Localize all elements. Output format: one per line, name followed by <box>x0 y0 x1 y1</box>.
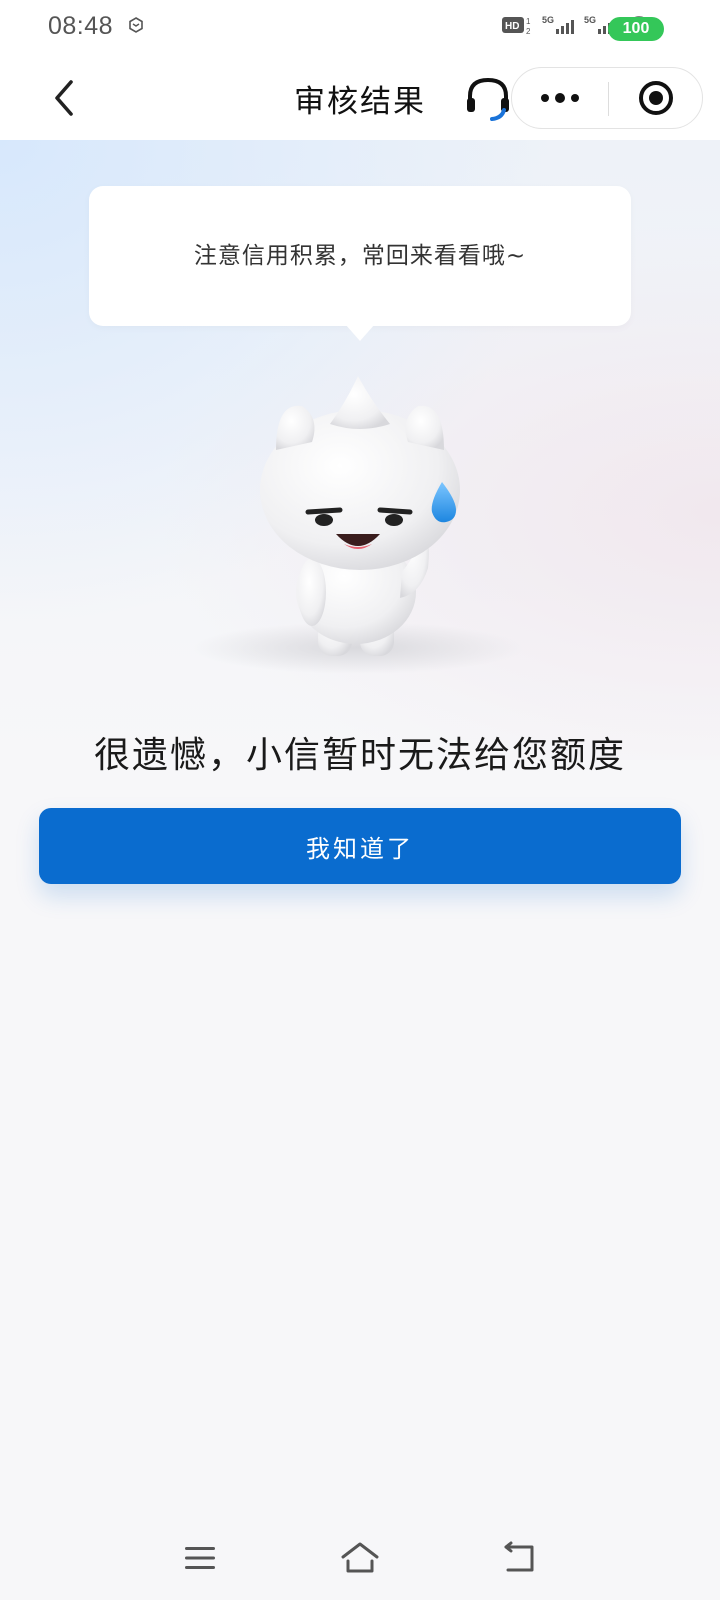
tip-text: 注意信用积累，常回来看看哦~ <box>193 243 527 269</box>
home-button[interactable] <box>336 1536 384 1580</box>
svg-text:HD: HD <box>505 21 519 32</box>
result-message: 很遗憾，小信暂时无法给您额度 <box>93 735 626 776</box>
app-notification-icon <box>128 17 144 37</box>
nav-bar: 审核结果 <box>0 56 720 140</box>
acknowledge-button[interactable]: 我知道了 <box>39 808 681 884</box>
back-icon <box>504 1541 534 1572</box>
menu-icon <box>185 1547 215 1569</box>
system-nav-bar <box>0 1520 720 1600</box>
headset-icon <box>467 77 509 121</box>
menu-button[interactable] <box>176 1536 224 1580</box>
svg-text:5G: 5G <box>542 15 554 25</box>
tip-bubble: 注意信用积累，常回来看看哦~ <box>89 186 631 326</box>
target-close-icon <box>639 81 673 115</box>
more-dots-icon <box>541 93 579 103</box>
svg-text:5G: 5G <box>584 15 596 25</box>
status-bar: 08:48 HD 1 2 5G 5G 100 <box>0 0 720 56</box>
status-time: 08:48 <box>48 12 114 40</box>
svg-text:1: 1 <box>526 17 531 26</box>
bubble-tail <box>345 324 375 341</box>
system-back-button[interactable] <box>496 1536 544 1580</box>
battery-icon: 100 <box>608 17 664 41</box>
hd-icon: HD 1 2 <box>502 14 534 40</box>
customer-service-button[interactable] <box>464 74 512 122</box>
mini-program-capsule <box>511 67 703 129</box>
more-button[interactable] <box>512 68 608 128</box>
signal-5g-icon: 5G <box>542 14 576 40</box>
svg-text:2: 2 <box>526 27 531 36</box>
home-icon <box>341 1542 379 1573</box>
cat-mascot-image <box>180 372 540 692</box>
close-mini-program-button[interactable] <box>609 68 703 128</box>
